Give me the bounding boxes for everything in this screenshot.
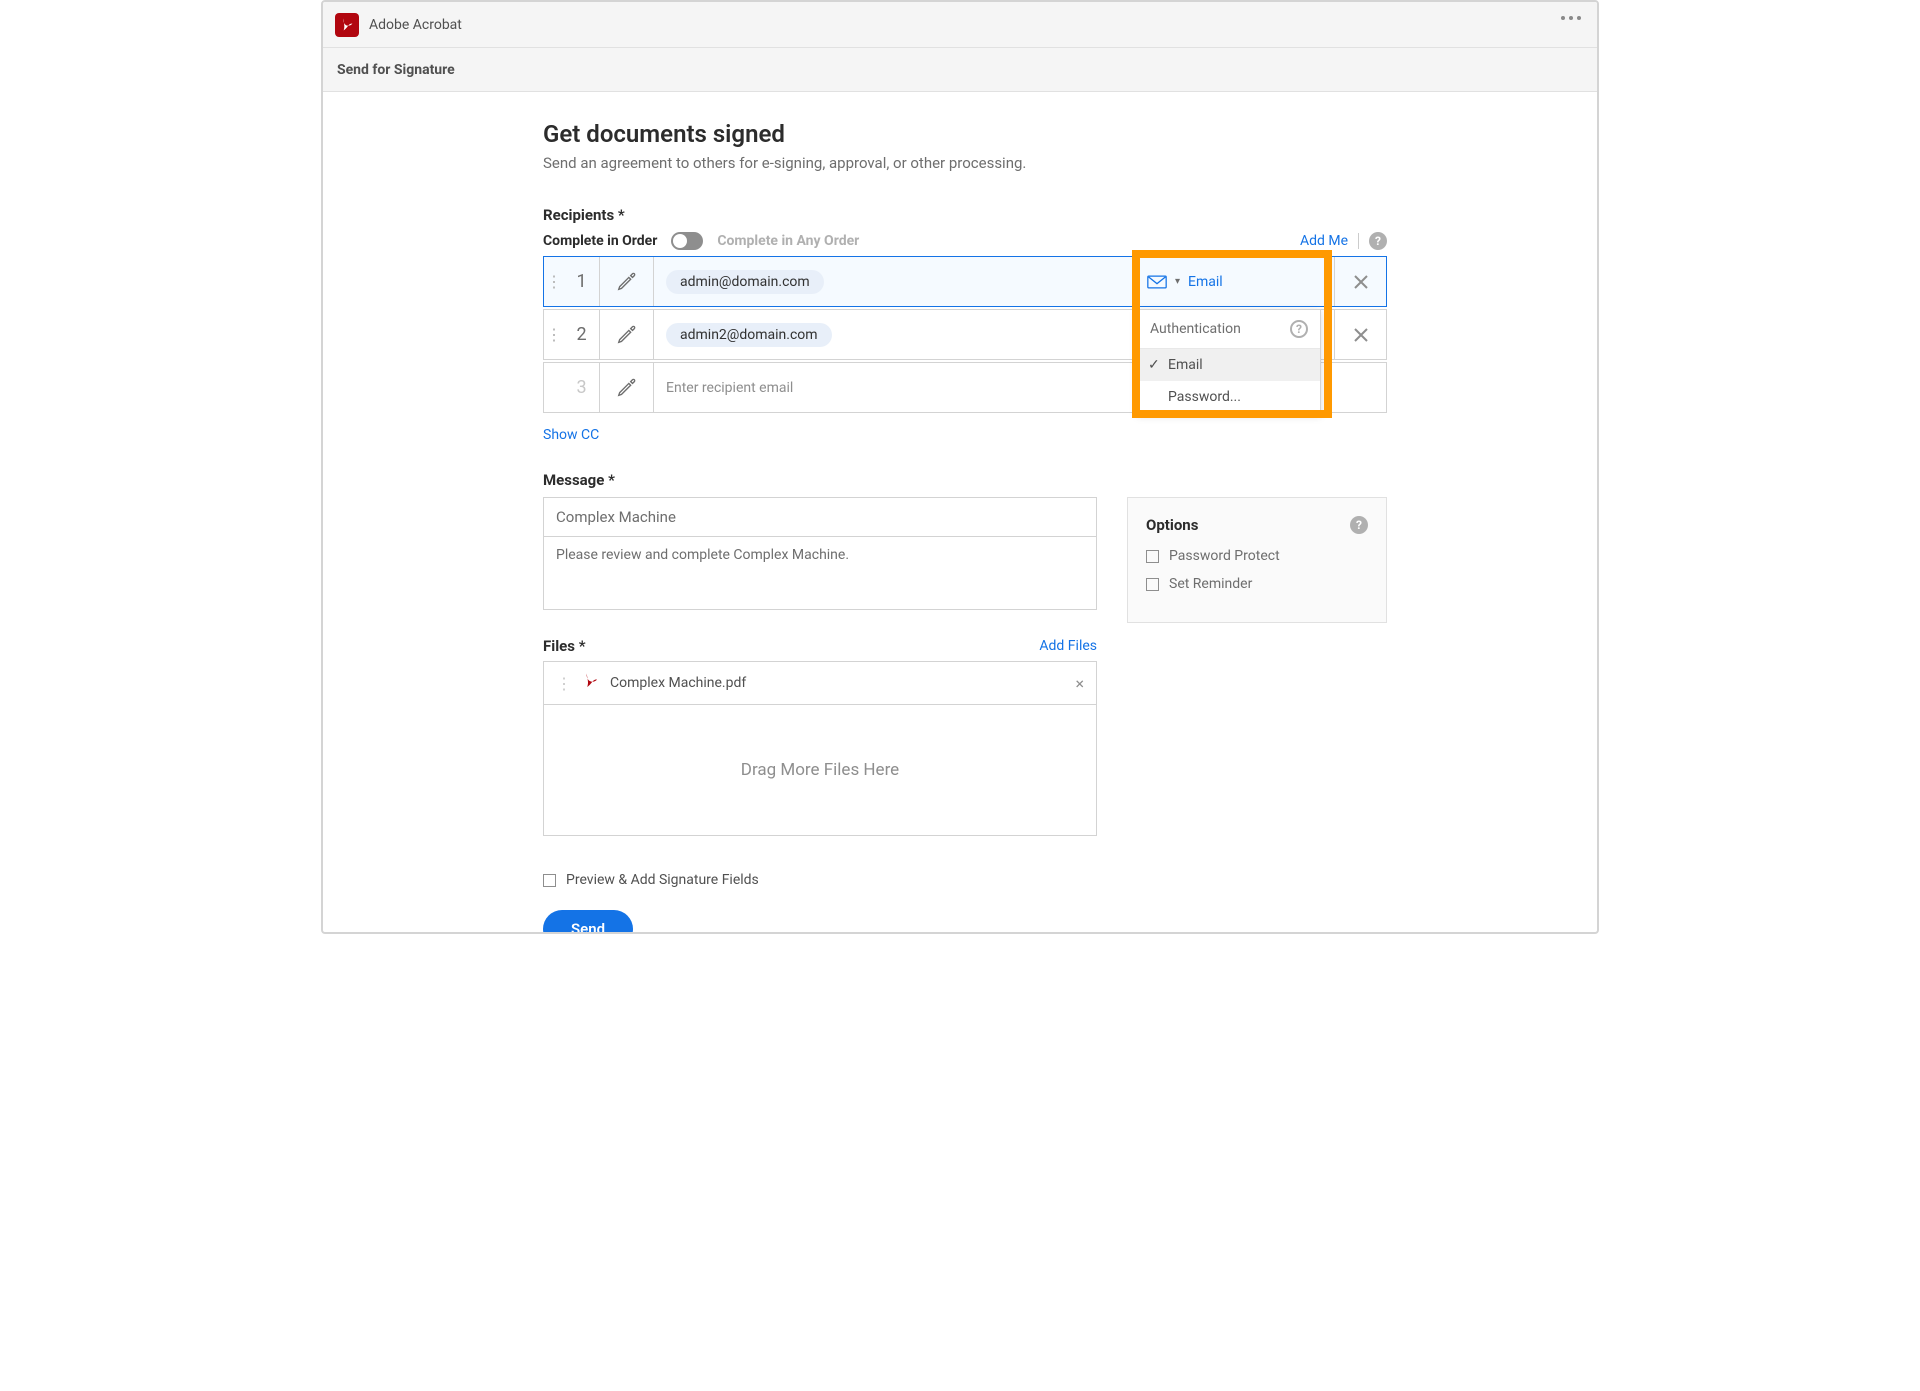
auth-option-email[interactable]: Email [1138,349,1320,381]
remove-file-button[interactable]: × [1075,674,1084,693]
preview-label: Preview & Add Signature Fields [566,872,759,888]
option-label: Password Protect [1169,548,1280,564]
complete-in-order-label: Complete in Order [543,233,657,249]
email-placeholder: Enter recipient email [666,380,793,396]
show-cc-link[interactable]: Show CC [543,427,599,443]
recipient-row: ⋮ 1 admin@domain.com ▾ Email [543,256,1387,307]
option-set-reminder[interactable]: Set Reminder [1146,576,1368,592]
signer-role-icon[interactable] [600,310,654,359]
email-icon [1147,275,1167,289]
auth-dropdown: Authentication ? Email Password... [1137,309,1321,414]
email-pill: admin2@domain.com [666,323,832,347]
auth-help-icon[interactable]: ? [1290,320,1308,338]
page-heading: Get documents signed [543,120,1597,148]
remove-recipient-button[interactable] [1334,257,1386,306]
file-row: ⋮ Complex Machine.pdf × [544,662,1096,705]
pdf-icon [582,672,600,694]
message-title-input[interactable] [544,498,1096,537]
page-subtitle: Send an agreement to others for e-signin… [543,154,1597,172]
acrobat-app-icon [335,13,359,37]
recipients-help-icon[interactable]: ? [1369,232,1387,250]
option-label: Set Reminder [1169,576,1252,592]
drag-handle-icon[interactable]: ⋮ [556,674,572,693]
option-password-protect[interactable]: Password Protect [1146,548,1368,564]
order-toggle[interactable] [671,232,703,250]
auth-dropdown-header: Authentication ? [1138,310,1320,349]
main-content: Get documents signed Send an agreement t… [323,92,1597,934]
file-name: Complex Machine.pdf [610,675,1065,691]
auth-option-password[interactable]: Password... [1138,381,1320,413]
checkbox-icon [543,874,556,887]
options-title: Options [1146,516,1198,534]
checkbox-icon [1146,550,1159,563]
more-options-button[interactable] [1561,16,1581,20]
remove-recipient-button[interactable] [1334,310,1386,359]
message-section: Message * Options ? Password Protect [543,471,1597,623]
options-help-icon[interactable]: ? [1350,516,1368,534]
app-window: Adobe Acrobat Send for Signature Get doc… [321,0,1599,934]
files-box: ⋮ Complex Machine.pdf × Drag More Files … [543,661,1097,836]
subheader: Send for Signature [323,48,1597,92]
recipients-label: Recipients * [543,206,1597,224]
add-me-link[interactable]: Add Me [1300,233,1348,249]
complete-any-order-label: Complete in Any Order [717,233,859,249]
titlebar: Adobe Acrobat [323,2,1597,48]
files-label: Files * [543,637,586,655]
add-files-link[interactable]: Add Files [1039,638,1097,654]
preview-checkbox-row[interactable]: Preview & Add Signature Fields [543,872,1597,888]
checkbox-icon [1146,578,1159,591]
divider [1358,233,1359,249]
signer-role-icon[interactable] [600,363,654,412]
auth-selector[interactable]: ▾ Email [1134,257,1334,306]
drag-handle-icon[interactable]: ⋮ [544,325,564,344]
options-panel: Options ? Password Protect Set Reminder [1127,497,1387,623]
order-row: Complete in Order Complete in Any Order … [543,232,1387,250]
recipient-email-cell[interactable]: admin2@domain.com [654,323,1134,347]
recipients-list: ⋮ 1 admin@domain.com ▾ Email Authenticat… [543,256,1387,443]
files-section: Files * Add Files ⋮ Complex Machine.pdf … [543,637,1097,836]
recipient-email-cell[interactable]: admin@domain.com [654,270,1134,294]
auth-dropdown-title: Authentication [1150,321,1241,337]
drop-zone[interactable]: Drag More Files Here [544,705,1096,835]
signer-role-icon[interactable] [600,257,654,306]
recipient-number: 3 [564,363,600,412]
email-pill: admin@domain.com [666,270,824,294]
message-label: Message * [543,471,1597,489]
message-box [543,497,1097,610]
chevron-down-icon: ▾ [1175,276,1180,287]
recipient-number: 1 [564,257,600,306]
recipient-email-input[interactable]: Enter recipient email [654,380,1134,396]
send-button[interactable]: Send [543,910,633,934]
message-body-input[interactable] [544,537,1096,605]
auth-label: Email [1188,274,1223,290]
app-title: Adobe Acrobat [369,17,462,33]
recipient-number: 2 [564,310,600,359]
drag-handle-icon[interactable]: ⋮ [544,272,564,291]
